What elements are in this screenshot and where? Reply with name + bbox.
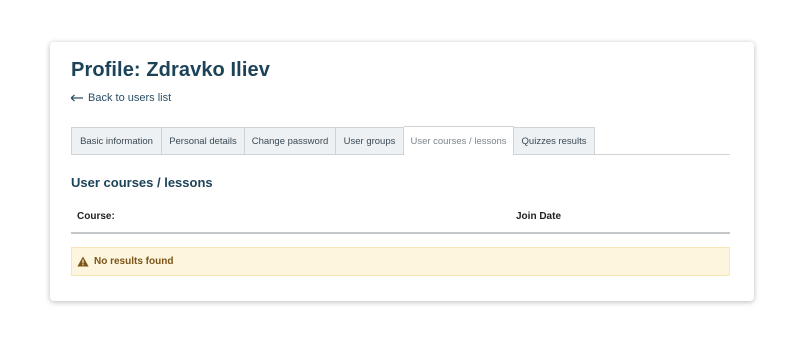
warning-icon xyxy=(77,256,89,267)
tab-user-courses-lessons[interactable]: User courses / lessons xyxy=(404,126,514,155)
tab-user-groups[interactable]: User groups xyxy=(336,127,404,154)
column-header-join-date[interactable]: Join Date xyxy=(516,211,561,222)
no-results-alert: No results found xyxy=(71,247,730,276)
section-title: User courses / lessons xyxy=(71,175,213,190)
tab-personal-details[interactable]: Personal details xyxy=(162,127,245,154)
tab-change-password[interactable]: Change password xyxy=(245,127,336,154)
back-link-label: Back to users list xyxy=(88,92,172,104)
alert-message: No results found xyxy=(94,256,174,267)
tab-basic-information[interactable]: Basic information xyxy=(71,127,162,154)
profile-tabs: Basic information Personal details Chang… xyxy=(71,126,730,155)
tab-quizzes-results[interactable]: Quizzes results xyxy=(514,127,595,154)
courses-table-header: Course: Join Date xyxy=(71,202,730,234)
back-to-users-link[interactable]: Back to users list xyxy=(71,92,171,104)
profile-card: Profile: Zdravko Iliev Back to users lis… xyxy=(50,42,754,301)
column-header-course[interactable]: Course: xyxy=(77,211,115,222)
arrow-left-icon xyxy=(71,94,83,102)
page-title: Profile: Zdravko Iliev xyxy=(71,59,270,81)
